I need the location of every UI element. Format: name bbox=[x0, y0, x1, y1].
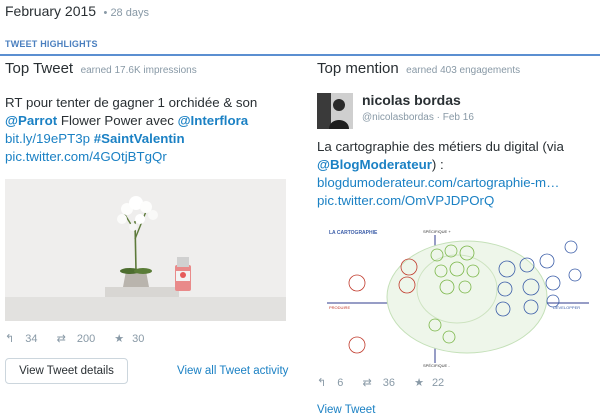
avatar-photo bbox=[317, 93, 353, 129]
blog-link[interactable]: blogdumoderateur.com/cartographie-m… bbox=[317, 175, 559, 190]
author-meta: @nicolasbordas · Feb 16 bbox=[362, 112, 474, 123]
mention-blogmoderateur-link[interactable]: @BlogModerateur bbox=[317, 157, 432, 172]
infographic-left-label: PRODUIRE bbox=[329, 305, 350, 310]
page-header: February 2015 • 28 days bbox=[5, 3, 149, 21]
mention-interflora-link[interactable]: @Interflora bbox=[178, 113, 249, 128]
favorite-count: ★ 22 bbox=[414, 377, 445, 389]
cartography-diagram: LA CARTOGRAPHIE SPÉCIFIQUE + SPÉCIFIQUE … bbox=[327, 225, 589, 368]
retweet-icon: ⇄ bbox=[362, 377, 372, 389]
top-tweet-header: Top Tweet earned 17.6K impressions bbox=[5, 60, 290, 78]
top-mention-stats: ↰ 6 ⇄ 36 ★ 22 bbox=[317, 376, 460, 389]
top-mention-title: Top mention bbox=[317, 60, 399, 77]
top-mention-text: La cartographie des métiers du digital (… bbox=[317, 138, 597, 210]
top-tweet-impressions: earned 17.6K impressions bbox=[80, 65, 197, 76]
view-all-tweet-activity-link[interactable]: View all Tweet activity bbox=[177, 365, 288, 377]
top-mention-header: Top mention earned 403 engagements bbox=[317, 60, 597, 78]
retweet-count: ⇄ 36 bbox=[362, 377, 395, 389]
pic-link[interactable]: pic.twitter.com/OmVPJDPOrQ bbox=[317, 193, 494, 208]
tweet-text-part: RT pour tenter de gagner 1 orchidée & so… bbox=[5, 95, 258, 110]
top-tweet-stats: ↰ 34 ⇄ 200 ★ 30 bbox=[5, 332, 160, 345]
section-label-tweet-highlights: TWEET HIGHLIGHTS bbox=[5, 39, 98, 49]
top-mention-engagements: earned 403 engagements bbox=[406, 65, 521, 76]
star-icon: ★ bbox=[414, 377, 424, 389]
tweet-date: Feb 16 bbox=[442, 112, 474, 123]
reply-count: ↰ 34 bbox=[5, 333, 38, 345]
view-tweet-link[interactable]: View Tweet bbox=[317, 404, 375, 416]
top-tweet-text: RT pour tenter de gagner 1 orchidée & so… bbox=[5, 94, 290, 166]
retweet-icon: ⇄ bbox=[56, 333, 66, 345]
favorite-count: ★ 30 bbox=[114, 333, 145, 345]
infographic-bottom-axis: SPÉCIFIQUE - bbox=[423, 363, 450, 368]
tweet-text-part: La cartographie des métiers du digital (… bbox=[317, 139, 564, 154]
reply-icon: ↰ bbox=[317, 377, 327, 389]
top-tweet-title: Top Tweet bbox=[5, 60, 74, 77]
period-month: February 2015 bbox=[5, 3, 97, 19]
tweet-text-part: ) : bbox=[431, 157, 444, 172]
pic-link[interactable]: pic.twitter.com/4GOtjBTgQr bbox=[5, 149, 167, 164]
reply-icon: ↰ bbox=[5, 333, 15, 345]
bitly-link[interactable]: bit.ly/19ePT3p bbox=[5, 131, 90, 146]
reply-count: ↰ 6 bbox=[317, 377, 344, 389]
tweet-photo-orchid[interactable] bbox=[5, 179, 286, 321]
star-icon: ★ bbox=[114, 333, 125, 345]
section-divider bbox=[0, 54, 600, 56]
tweet-image-cartography[interactable]: LA CARTOGRAPHIE SPÉCIFIQUE + SPÉCIFIQUE … bbox=[327, 225, 589, 368]
top-mention-card: Top mention earned 403 engagements nicol… bbox=[317, 60, 597, 416]
infographic-top-axis: SPÉCIFIQUE + bbox=[423, 229, 451, 234]
view-tweet-details-button[interactable]: View Tweet details bbox=[5, 358, 128, 384]
retweet-count: ⇄ 200 bbox=[56, 333, 96, 345]
author-handle[interactable]: @nicolasbordas bbox=[362, 112, 434, 123]
top-tweet-card: Top Tweet earned 17.6K impressions RT po… bbox=[5, 60, 290, 384]
tweet-text-part: Flower Power avec bbox=[57, 113, 178, 128]
hashtag-link[interactable]: #SaintValentin bbox=[94, 131, 185, 146]
avatar[interactable] bbox=[317, 93, 353, 129]
period-days: • 28 days bbox=[103, 7, 149, 19]
mention-parrot-link[interactable]: @Parrot bbox=[5, 113, 57, 128]
orchid-illustration bbox=[5, 179, 286, 321]
infographic-title: LA CARTOGRAPHIE bbox=[329, 230, 378, 236]
author-name[interactable]: nicolas bordas bbox=[362, 92, 461, 108]
